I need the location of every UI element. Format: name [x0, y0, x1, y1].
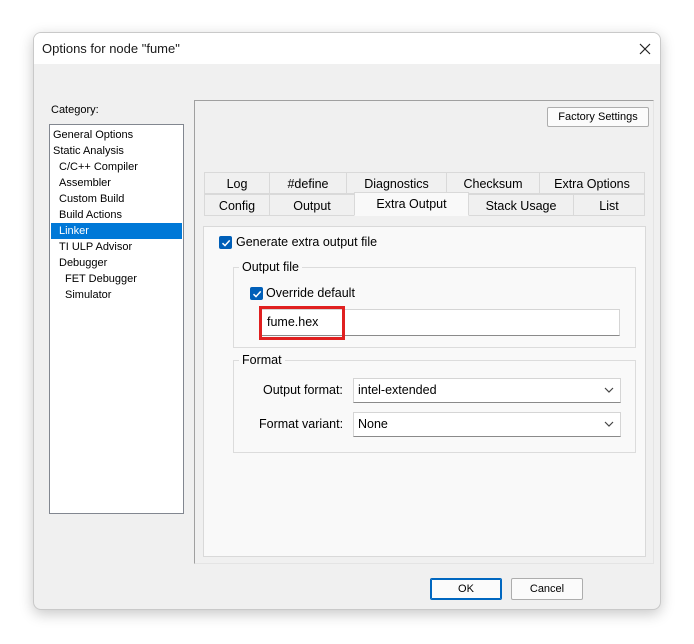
override-default-label: Override default: [266, 286, 355, 300]
tab-output[interactable]: Output: [269, 194, 355, 216]
window-title: Options for node "fume": [42, 41, 180, 56]
generate-extra-output-checkbox[interactable]: [219, 236, 232, 249]
generate-extra-output-label: Generate extra output file: [236, 235, 378, 249]
category-item-c-compiler[interactable]: C/C++ Compiler: [51, 159, 182, 175]
category-item-linker[interactable]: Linker: [51, 223, 182, 239]
chevron-down-icon: [604, 387, 614, 393]
category-item-debugger[interactable]: Debugger: [51, 255, 182, 271]
output-format-value: intel-extended: [358, 383, 437, 397]
category-item-ti-ulp-advisor[interactable]: TI ULP Advisor: [51, 239, 182, 255]
tab-stack-usage[interactable]: Stack Usage: [468, 194, 574, 216]
category-item-general-options[interactable]: General Options: [51, 127, 182, 143]
format-variant-select[interactable]: None: [353, 412, 621, 437]
tab-define[interactable]: #define: [269, 172, 347, 194]
tab-extra-output[interactable]: Extra Output: [354, 192, 469, 216]
format-variant-label: Format variant:: [259, 417, 344, 431]
cancel-button[interactable]: Cancel: [511, 578, 583, 600]
format-group: Format Output format: intel-extended For…: [233, 353, 636, 453]
format-group-title: Format: [239, 353, 285, 367]
tab-extra-options[interactable]: Extra Options: [539, 172, 645, 194]
category-item-simulator[interactable]: Simulator: [51, 287, 182, 303]
output-filename-input[interactable]: fume.hex: [260, 309, 620, 336]
category-item-assembler[interactable]: Assembler: [51, 175, 182, 191]
options-dialog: Options for node "fume" Category: Genera…: [33, 32, 661, 610]
output-format-select[interactable]: intel-extended: [353, 378, 621, 403]
format-variant-value: None: [358, 417, 388, 431]
settings-panel: Factory Settings Log #define Diagnostics…: [194, 100, 654, 564]
category-item-fet-debugger[interactable]: FET Debugger: [51, 271, 182, 287]
checkmark-icon: [252, 290, 261, 298]
factory-settings-button[interactable]: Factory Settings: [547, 107, 649, 127]
output-file-group-title: Output file: [239, 260, 302, 274]
checkmark-icon: [221, 239, 230, 247]
close-icon: [639, 43, 651, 54]
tab-list[interactable]: List: [573, 194, 645, 216]
tab-diagnostics[interactable]: Diagnostics: [346, 172, 447, 194]
override-default-checkbox[interactable]: [250, 287, 263, 300]
category-item-build-actions[interactable]: Build Actions: [51, 207, 182, 223]
output-file-group: Output file Override default fume.hex: [233, 260, 636, 348]
tab-log[interactable]: Log: [204, 172, 270, 194]
title-bar: Options for node "fume": [34, 33, 660, 64]
tab-checksum[interactable]: Checksum: [446, 172, 540, 194]
close-button[interactable]: [630, 33, 660, 64]
ok-button[interactable]: OK: [430, 578, 502, 600]
output-format-label: Output format:: [263, 383, 343, 397]
category-item-custom-build[interactable]: Custom Build: [51, 191, 182, 207]
tab-config[interactable]: Config: [204, 194, 270, 216]
category-list[interactable]: General Options Static Analysis C/C++ Co…: [49, 124, 184, 514]
extra-output-page: Generate extra output file Output file O…: [203, 226, 646, 557]
chevron-down-icon: [604, 421, 614, 427]
category-label: Category:: [51, 104, 99, 116]
category-item-static-analysis[interactable]: Static Analysis: [51, 143, 182, 159]
